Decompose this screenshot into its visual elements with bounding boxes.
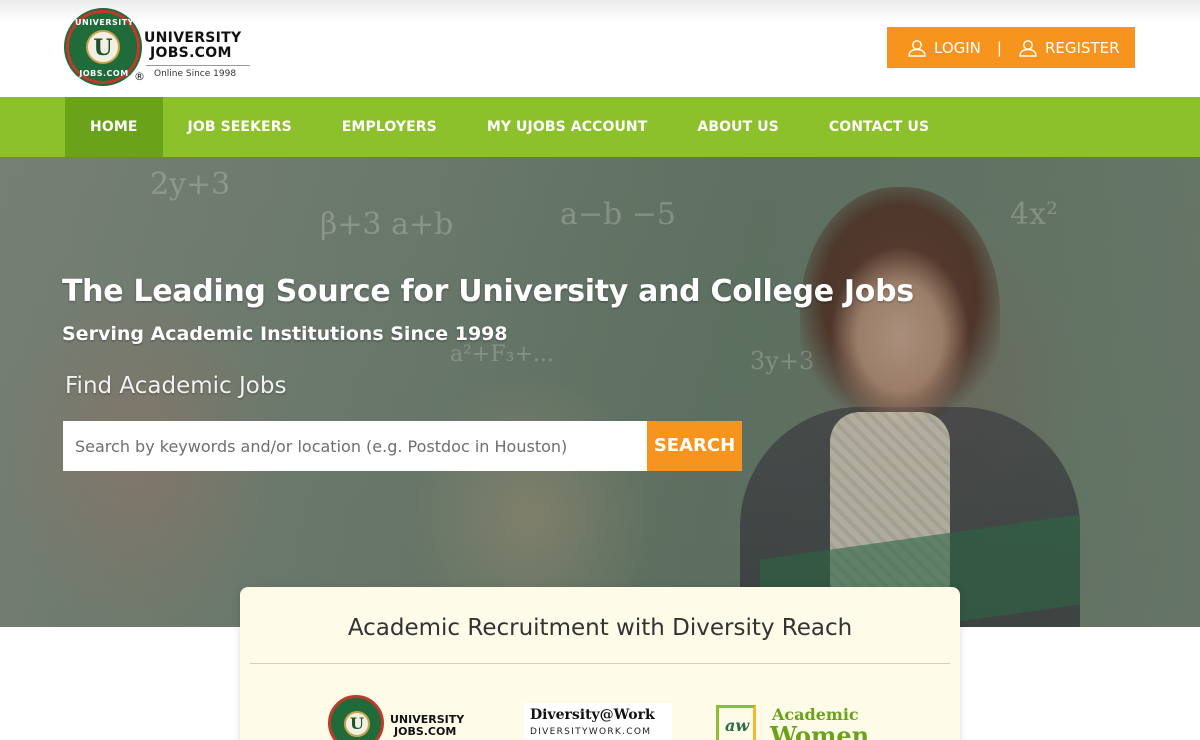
partner-badge-letter: U — [344, 711, 370, 737]
nav-item-employers[interactable]: EMPLOYERS — [317, 97, 462, 157]
logo-arc-bottom-text: JOBS.COM — [79, 69, 129, 78]
partner-name-line1: Diversity@Work — [530, 707, 655, 723]
logo-name-line2: JOBS.COM — [150, 45, 232, 61]
hero-banner: 2y+3 β+3 a+b a−b −5 4x² a²+F₃+... 3y+3 T… — [0, 157, 1200, 627]
partner-logo-academic-women[interactable]: aw Academic Women — [714, 705, 874, 740]
find-jobs-label: Find Academic Jobs — [65, 373, 287, 399]
register-label: REGISTER — [1044, 38, 1120, 57]
diversity-reach-card: Academic Recruitment with Diversity Reac… — [240, 587, 960, 740]
logo-arc-top-text: UNIVERSITY — [75, 18, 134, 27]
academic-women-mark-text: aw — [725, 716, 750, 735]
auth-bar: LOGIN | REGISTER — [887, 27, 1135, 68]
user-icon — [1019, 39, 1037, 57]
card-divider — [250, 663, 950, 664]
logo-badge: UNIVERSITY U JOBS.COM — [66, 10, 140, 84]
nav-item-job-seekers[interactable]: JOB SEEKERS — [163, 97, 317, 157]
main-nav: HOME JOB SEEKERS EMPLOYERS MY UJOBS ACCO… — [0, 97, 1200, 157]
site-logo[interactable]: UNIVERSITY U JOBS.COM ® UNIVERSITY JOBS.… — [66, 10, 266, 88]
logo-badge-letter: U — [93, 35, 113, 61]
academic-women-mark-icon: aw — [716, 705, 756, 740]
logo-tagline: Online Since 1998 — [154, 69, 237, 79]
logo-divider — [146, 65, 250, 66]
logo-badge-center: U — [86, 30, 120, 64]
nav-item-my-ujobs-account[interactable]: MY UJOBS ACCOUNT — [462, 97, 673, 157]
login-link[interactable]: LOGIN — [907, 39, 981, 57]
hero-title: The Leading Source for University and Co… — [62, 274, 914, 309]
registered-mark: ® — [134, 70, 145, 83]
site-header: UNIVERSITY U JOBS.COM ® UNIVERSITY JOBS.… — [0, 0, 1200, 97]
search-button[interactable]: SEARCH — [647, 421, 742, 471]
hero-subtitle: Serving Academic Institutions Since 1998 — [62, 323, 508, 345]
partner-name-line2: JOBS.COM — [394, 725, 457, 738]
logo-name-line1: UNIVERSITY — [144, 30, 242, 46]
partner-name-line2: Women — [770, 721, 870, 740]
user-icon — [908, 39, 926, 57]
nav-item-about-us[interactable]: ABOUT US — [672, 97, 803, 157]
login-label: LOGIN — [934, 38, 981, 57]
nav-list: HOME JOB SEEKERS EMPLOYERS MY UJOBS ACCO… — [65, 97, 954, 157]
nav-item-home[interactable]: HOME — [65, 97, 163, 157]
partner-name-line2: DIVERSITYWORK.COM — [530, 727, 652, 737]
nav-item-contact-us[interactable]: CONTACT US — [804, 97, 954, 157]
partner-logo-diversitywork[interactable]: Diversity@Work DIVERSITYWORK.COM — [524, 703, 672, 740]
register-link[interactable]: REGISTER — [1018, 39, 1120, 57]
job-search-input[interactable] — [63, 421, 647, 471]
partner-logo-universityjobs[interactable]: U UNIVERSITY JOBS.COM — [328, 695, 476, 740]
partner-badge: U — [328, 695, 384, 740]
card-title: Academic Recruitment with Diversity Reac… — [347, 615, 853, 641]
auth-separator: | — [996, 38, 1002, 57]
